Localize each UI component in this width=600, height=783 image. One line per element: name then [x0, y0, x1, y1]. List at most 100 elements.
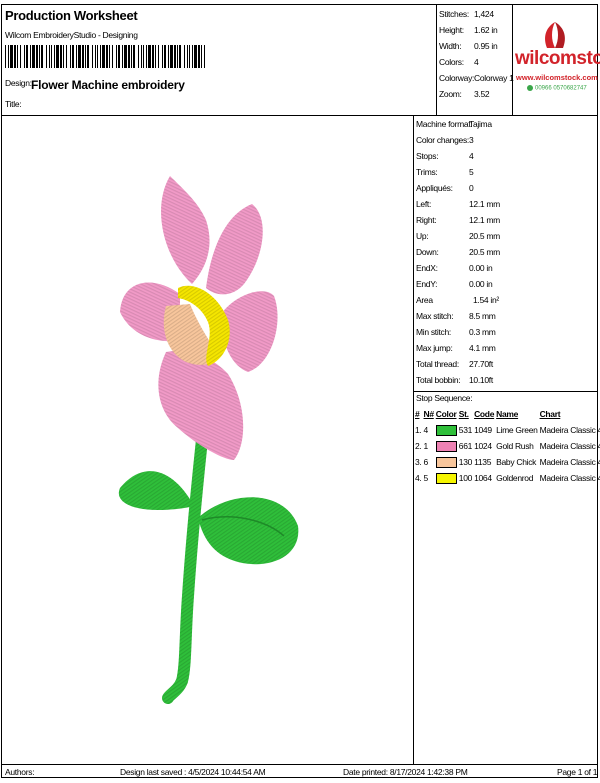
stat-row: EndY: 0.00 in — [416, 276, 596, 292]
stat-row: Total thread: 27.70ft — [416, 356, 596, 372]
cell-n: 6 — [423, 457, 429, 467]
barcode-bar — [30, 45, 31, 68]
barcode-bar — [82, 45, 84, 68]
whatsapp-icon — [527, 85, 533, 91]
color-swatch — [435, 440, 457, 452]
logo-url: www.wilcomstock.com — [516, 73, 598, 82]
stat-row: Appliqués: 0 — [416, 180, 596, 196]
logo-phone: 00966 0570682747 — [527, 85, 587, 92]
barcode-bar — [32, 45, 35, 68]
col-header-color: Color — [435, 409, 457, 419]
summary-label: Width: — [439, 41, 462, 51]
stat-label: EndX: — [416, 263, 438, 273]
stat-row: Machine format: Tajima — [416, 116, 596, 132]
cell-num: 2. — [415, 441, 422, 451]
barcode-bar — [112, 45, 113, 68]
stat-value: 10.10ft — [469, 375, 493, 385]
summary-label: Colors: — [439, 57, 464, 67]
footer-authors: Authors: — [5, 767, 35, 777]
color-swatch — [435, 456, 457, 468]
barcode-bar — [60, 45, 62, 68]
stop-sequence-divider — [413, 391, 598, 392]
summary-label: Colorway: — [439, 73, 475, 83]
stat-value: 20.5 mm — [469, 231, 500, 241]
barcode-bar — [26, 45, 28, 68]
stat-value: 12.1 mm — [469, 199, 500, 209]
stat-label: Up: — [416, 231, 429, 241]
summary-row: Zoom: 3.52 — [439, 86, 512, 102]
stat-row: EndX: 0.00 in — [416, 260, 596, 276]
summary-label: Height: — [439, 25, 464, 35]
cell-chart: Madeira Classic 40 — [539, 425, 600, 435]
cell-code: 1049 — [474, 425, 492, 435]
summary-row: Colors: 4 — [439, 54, 512, 70]
barcode-bar — [124, 45, 127, 68]
summary-value: 0.95 in — [474, 41, 498, 51]
software-name: Wilcom EmbroideryStudio - Designing — [5, 30, 138, 40]
barcode-bar — [122, 45, 123, 68]
barcode-bar — [198, 45, 200, 68]
stat-row: Total bobbin: 10.10ft — [416, 372, 596, 388]
col-header-st: St. — [458, 409, 469, 419]
barcode-bar — [131, 45, 132, 68]
stat-value: 4 — [469, 151, 474, 161]
barcode-bar — [128, 45, 130, 68]
barcode-bar — [133, 45, 135, 68]
stat-label: Color changes: — [416, 135, 469, 145]
cell-code: 1135 — [474, 457, 492, 467]
cell-color — [435, 422, 458, 438]
petal-bottom — [158, 350, 244, 460]
stat-row: Area 1.54 in² — [416, 292, 596, 308]
summary-label: Zoom: — [439, 89, 462, 99]
barcode-bar — [76, 45, 77, 68]
barcode-bar — [5, 45, 6, 68]
barcode-bar — [168, 45, 169, 68]
table-row: 1. 4 531 1049 Lime Green Madeira Classic… — [414, 422, 600, 438]
stat-label: Down: — [416, 247, 439, 257]
summary-stats: Stitches: 1,424 Height: 1.62 in Width: 0.95… — [439, 6, 514, 102]
barcode-bar — [63, 45, 64, 68]
barcode-bar — [97, 45, 98, 68]
stat-row: Up: 20.5 mm — [416, 228, 596, 244]
barcode-bar — [174, 45, 176, 68]
stat-label: Max jump: — [416, 343, 453, 353]
logo-word-wil: wilcom — [515, 48, 577, 69]
cell-name: Gold Rush — [496, 441, 534, 451]
cell-num: 1. — [415, 425, 422, 435]
barcode-bar — [177, 45, 178, 68]
cell-st: 100 — [458, 473, 473, 483]
barcode-bar — [20, 45, 21, 68]
summary-value: Colorway 1 — [474, 73, 514, 83]
col-header-chart: Chart — [539, 409, 561, 419]
barcode-bar — [189, 45, 190, 68]
stat-value: 12.1 mm — [469, 215, 500, 225]
petal-top — [161, 176, 210, 284]
barcode-bar — [8, 45, 9, 68]
stat-label: Machine format: — [416, 119, 473, 129]
summary-value: 4 — [474, 57, 479, 67]
barcode-bar — [87, 45, 89, 68]
stat-row: Max stitch: 8.5 mm — [416, 308, 596, 324]
barcode-bar — [187, 45, 188, 68]
leaf-right — [198, 497, 299, 565]
stat-row: Trims: 5 — [416, 164, 596, 180]
barcode-bar — [54, 45, 55, 68]
col-header-code: Code — [474, 409, 495, 419]
table-row: 2. 1 661 1024 Gold Rush Madeira Classic … — [414, 438, 600, 454]
summary-value: 1.62 in — [474, 25, 498, 35]
barcode-bar — [17, 45, 18, 68]
col-header-n: N# — [423, 409, 435, 419]
barcode-bar — [192, 45, 193, 68]
machine-stats: Machine format: Tajima Color changes: 3 St… — [416, 116, 596, 388]
table-row: 4. 5 100 1064 Goldenrod Madeira Classic … — [414, 470, 600, 486]
barcode-bar — [116, 45, 117, 68]
cell-n: 4 — [423, 425, 429, 435]
stat-value: 0.3 mm — [469, 327, 496, 337]
summary-value: 3.52 — [474, 89, 490, 99]
barcode-bar — [162, 45, 163, 68]
barcode-bar — [66, 45, 67, 68]
col-header-num: # — [415, 409, 420, 419]
stat-label: Left: — [416, 199, 432, 209]
stat-label: Total bobbin: — [416, 375, 461, 385]
summary-value: 1,424 — [474, 9, 494, 19]
